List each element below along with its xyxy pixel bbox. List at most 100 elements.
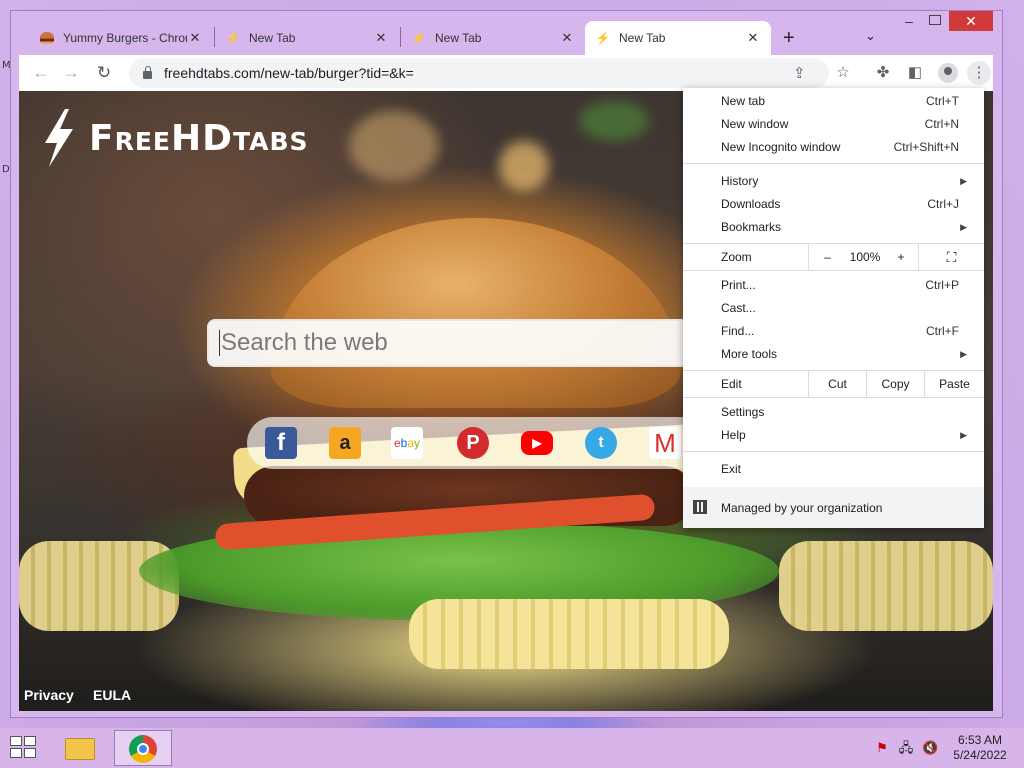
tab-title: New Tab	[619, 31, 666, 45]
menu-shortcut: Ctrl+P	[925, 278, 959, 292]
network-icon[interactable]: 🖧	[898, 740, 914, 756]
menu-item-cast[interactable]: Cast...	[721, 298, 961, 318]
burger-bun-image	[271, 218, 681, 408]
menu-item-label: Help	[721, 428, 746, 442]
minimize-button[interactable]: –	[900, 13, 918, 31]
menu-item-print[interactable]: Print... Ctrl+P	[721, 275, 961, 295]
chrome-taskbar-button[interactable]	[114, 730, 172, 766]
menu-item-label: New window	[721, 117, 789, 131]
eula-link[interactable]: EULA	[93, 687, 131, 703]
url-text[interactable]: freehdtabs.com/new-tab/burger?tid=&k=	[164, 65, 414, 81]
background-bokeh	[499, 141, 549, 191]
taskbar: ⚑ 🖧 🔇 6:53 AM 5/24/2022	[0, 728, 1024, 768]
menu-item-exit[interactable]: Exit	[721, 459, 961, 479]
tab-close-icon[interactable]: ✕	[559, 30, 575, 46]
zoom-out-button[interactable]: –	[808, 244, 846, 270]
bolt-favicon-icon: ⚡	[595, 31, 611, 45]
tab-new-tab[interactable]: ⚡ New Tab ✕	[215, 21, 399, 55]
fries-front-image	[409, 599, 729, 669]
menu-edit-row: Edit Cut Copy Paste	[683, 371, 984, 397]
menu-item-new-window[interactable]: New window Ctrl+N	[721, 114, 961, 134]
menu-item-label: Print...	[721, 278, 756, 292]
kebab-menu-icon[interactable]: ⋮	[967, 61, 991, 85]
gmail-icon[interactable]: M	[649, 427, 681, 459]
menu-item-label: New Incognito window	[721, 140, 841, 154]
menu-item-new-tab[interactable]: New tab Ctrl+T	[721, 91, 961, 111]
system-clock[interactable]: 6:53 AM 5/24/2022	[950, 733, 1010, 763]
extensions-puzzle-icon[interactable]: ✤	[871, 61, 895, 85]
action-center-flag-icon[interactable]: ⚑	[874, 740, 890, 756]
new-tab-plus-icon[interactable]: +	[783, 27, 795, 50]
clock-date: 5/24/2022	[953, 748, 1007, 762]
tab-title: New Tab	[435, 31, 482, 45]
cut-button[interactable]: Cut	[808, 371, 866, 397]
chrome-main-menu: New tab Ctrl+T New window Ctrl+N New Incog…	[683, 88, 984, 528]
menu-item-label: Edit	[721, 377, 742, 391]
twitter-icon[interactable]: t	[585, 427, 617, 459]
menu-item-label: More tools	[721, 347, 778, 361]
menu-item-bookmarks[interactable]: Bookmarks ▶	[721, 217, 967, 237]
text-caret	[219, 330, 220, 356]
start-button[interactable]	[10, 736, 38, 760]
fullscreen-icon[interactable]: ⛶	[918, 244, 984, 270]
zoom-in-button[interactable]: +	[884, 244, 918, 270]
web-search-box[interactable]	[207, 319, 727, 367]
lightning-bolt-icon	[45, 109, 73, 167]
menu-item-settings[interactable]: Settings	[721, 402, 961, 422]
menu-item-help[interactable]: Help ▶	[721, 425, 967, 445]
tab-close-icon[interactable]: ✕	[187, 30, 203, 46]
pinterest-icon[interactable]: P	[457, 427, 489, 459]
shortcut-bar: f a ebay P ▶ t M	[247, 417, 717, 469]
ebay-icon[interactable]: ebay	[391, 427, 423, 459]
side-panel-icon[interactable]: ◧	[903, 61, 927, 85]
tab-close-icon[interactable]: ✕	[373, 30, 389, 46]
back-arrow-icon[interactable]: ←	[29, 61, 53, 85]
building-icon	[693, 500, 707, 514]
submenu-arrow-icon: ▶	[960, 429, 967, 440]
menu-item-more-tools[interactable]: More tools ▶	[721, 344, 967, 364]
forward-arrow-icon[interactable]: →	[59, 61, 83, 85]
tab-close-icon[interactable]: ✕	[745, 30, 761, 46]
facebook-icon[interactable]: f	[265, 427, 297, 459]
menu-item-label: New tab	[721, 94, 766, 108]
menu-shortcut: Ctrl+J	[927, 197, 959, 211]
managed-by-organization-item[interactable]: Managed by your organization	[683, 487, 984, 528]
copy-button[interactable]: Copy	[866, 371, 924, 397]
menu-item-label: Settings	[721, 405, 765, 419]
tab-strip: Yummy Burgers - Chrome ✕ ⚡ New Tab ✕ ⚡ N…	[11, 11, 1002, 55]
background-bokeh	[579, 101, 649, 141]
privacy-link[interactable]: Privacy	[24, 687, 74, 703]
close-window-button[interactable]: ✕	[949, 11, 993, 31]
fries-right-image	[779, 541, 993, 631]
menu-item-downloads[interactable]: Downloads Ctrl+J	[721, 194, 961, 214]
submenu-arrow-icon: ▶	[960, 221, 967, 232]
menu-item-label: History	[721, 174, 759, 188]
maximize-button[interactable]	[929, 15, 941, 25]
menu-item-find[interactable]: Find... Ctrl+F	[721, 321, 961, 341]
tab-new-tab[interactable]: ⚡ New Tab ✕	[401, 21, 585, 55]
clock-time: 6:53 AM	[957, 733, 1003, 747]
paste-button[interactable]: Paste	[924, 371, 984, 397]
menu-item-history[interactable]: History ▶	[721, 171, 967, 191]
tab-title: New Tab	[249, 31, 296, 45]
share-icon[interactable]: ⇪	[793, 64, 806, 82]
volume-muted-icon[interactable]: 🔇	[922, 740, 938, 756]
amazon-icon[interactable]: a	[329, 427, 361, 459]
profile-avatar-icon[interactable]	[938, 63, 958, 83]
freehdtabs-logo: FreeHDtabs	[39, 109, 309, 167]
menu-separator	[683, 270, 984, 271]
bookmark-star-icon[interactable]: ☆	[831, 61, 855, 85]
file-explorer-taskbar-button[interactable]	[62, 734, 98, 762]
address-bar[interactable]: freehdtabs.com/new-tab/burger?tid=&k= ⇪	[129, 58, 829, 88]
youtube-icon[interactable]: ▶	[521, 431, 553, 455]
search-input[interactable]	[221, 329, 725, 357]
tab-yummy-burgers[interactable]: Yummy Burgers - Chrome ✕	[29, 21, 213, 55]
reload-icon[interactable]: ↻	[92, 61, 116, 85]
submenu-arrow-icon: ▶	[960, 348, 967, 359]
menu-item-label: Cast...	[721, 301, 756, 315]
tab-search-chevron-icon[interactable]: ⌄	[865, 28, 876, 44]
tab-title: Yummy Burgers - Chrome	[63, 31, 187, 45]
tab-new-tab-active[interactable]: ⚡ New Tab ✕	[585, 21, 771, 55]
menu-item-incognito[interactable]: New Incognito window Ctrl+Shift+N	[721, 137, 961, 157]
menu-shortcut: Ctrl+F	[926, 324, 959, 338]
